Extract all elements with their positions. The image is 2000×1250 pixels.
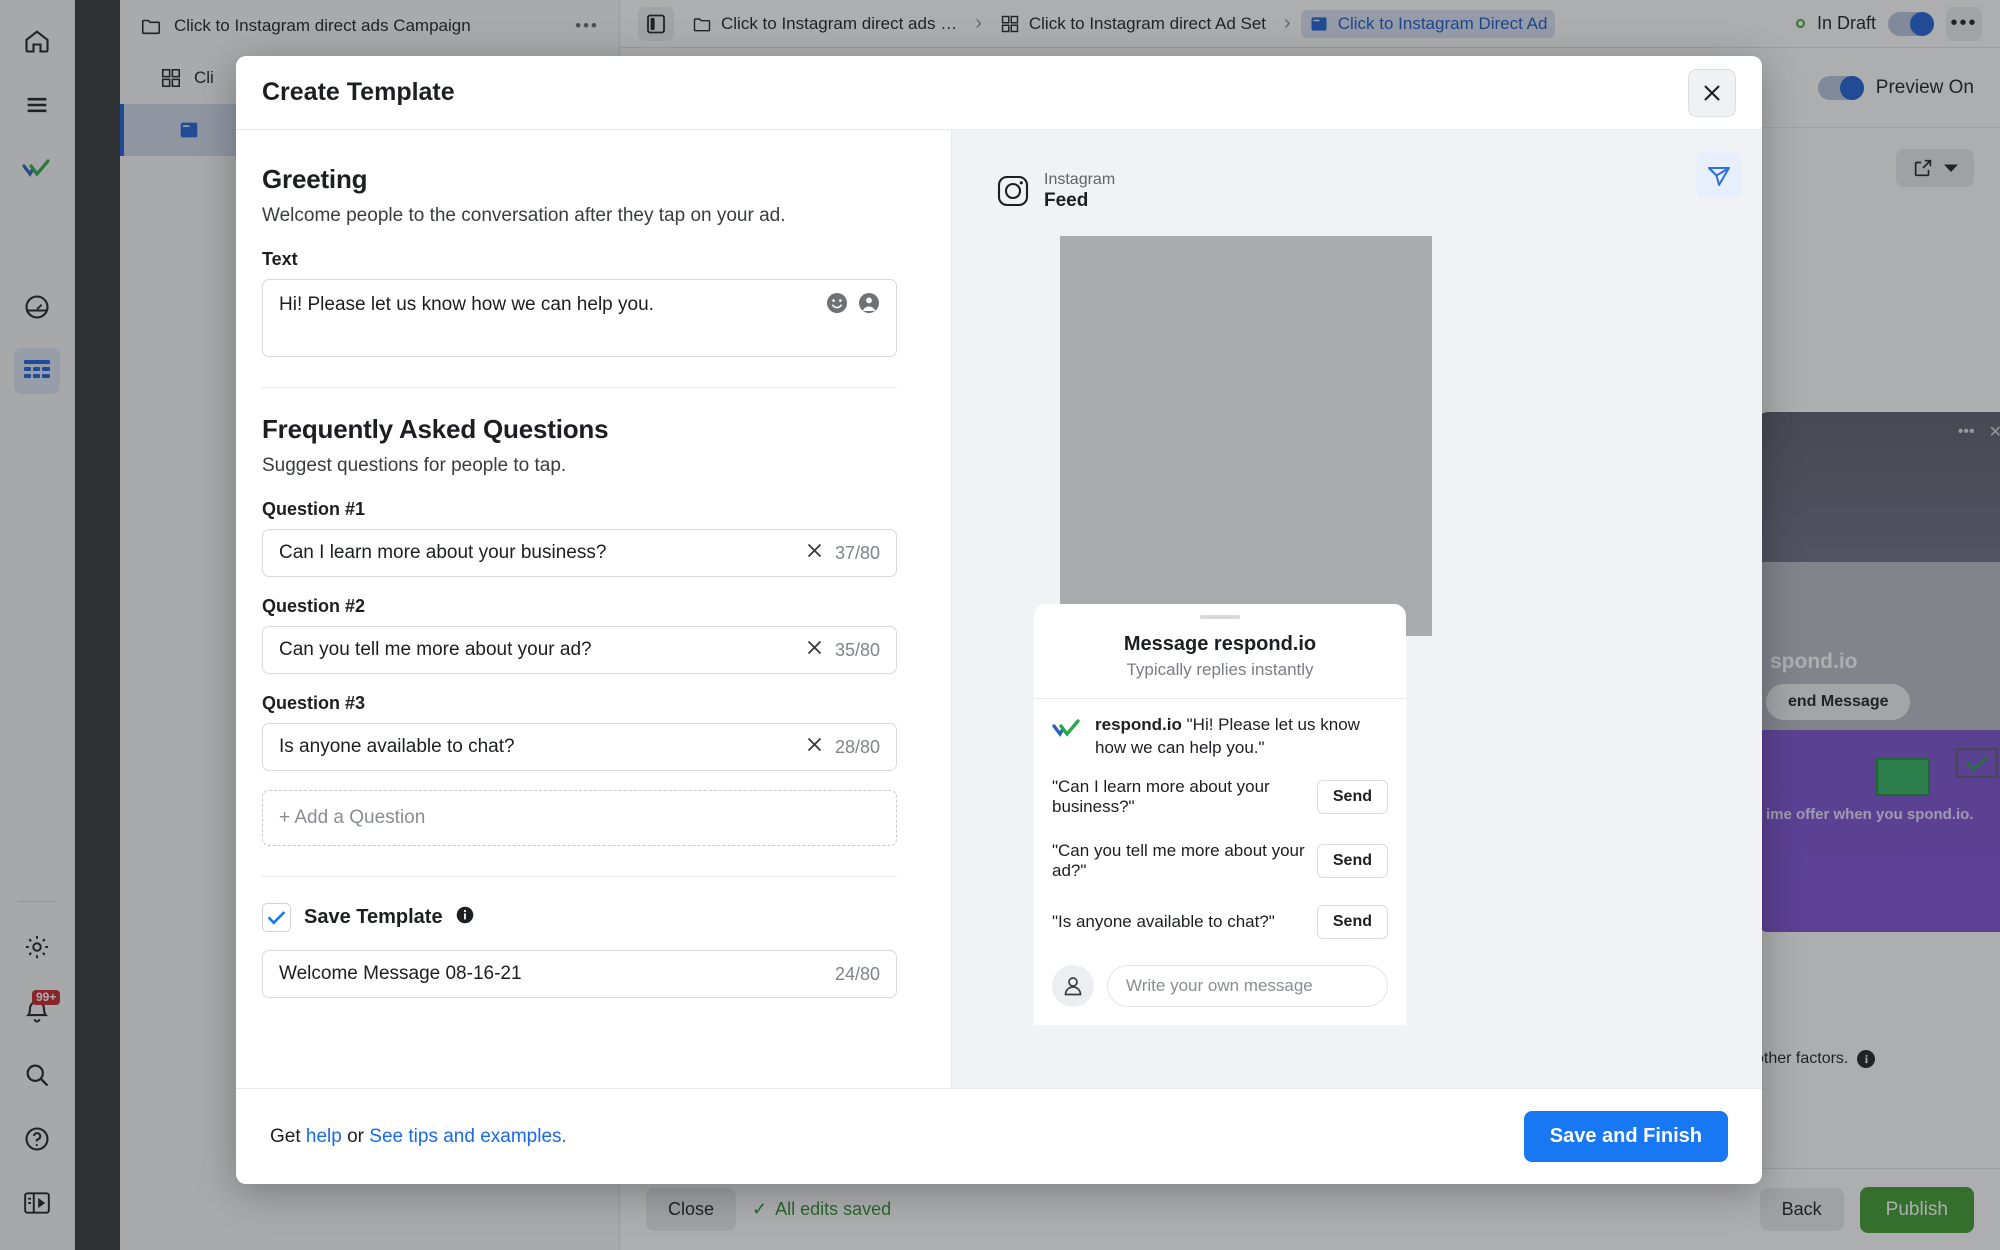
preview-compose-input[interactable]: Write your own message [1107, 965, 1388, 1007]
add-question-button[interactable]: + Add a Question [262, 790, 897, 846]
question-3-input[interactable]: Is anyone available to chat? 28/80 [262, 723, 897, 771]
tips-link[interactable]: See tips and examples. [369, 1126, 567, 1147]
personalize-icon[interactable] [858, 292, 880, 314]
question-3-value: Is anyone available to chat? [279, 736, 515, 757]
section-divider [262, 387, 897, 388]
question-1-label: Question #1 [262, 499, 366, 519]
question-group: Question #2 Can you tell me more about y… [262, 596, 897, 674]
greeting-text-value: Hi! Please let us know how we can help y… [279, 294, 654, 315]
dialog-header: Create Template [236, 56, 1762, 130]
faq-subtext: Suggest questions for people to tap. [262, 455, 567, 476]
template-form: Greeting Welcome people to the conversat… [236, 130, 952, 1088]
save-template-label: Save Template [304, 906, 443, 928]
avatar [1052, 965, 1094, 1007]
preview-faq-row: "Can I learn more about your business?" … [1034, 765, 1406, 829]
preview-compose-row: Write your own message [1034, 951, 1406, 1025]
greeting-input-icons [826, 292, 880, 314]
clear-icon[interactable] [806, 639, 823, 662]
send-icon[interactable] [1696, 152, 1742, 198]
question-2-label: Question #2 [262, 596, 366, 616]
preview-greeting-sender: respond.io [1095, 715, 1182, 734]
preview-placement-name: Feed [1044, 190, 1089, 211]
question-2-value: Can you tell me more about your ad? [279, 639, 592, 660]
clear-icon[interactable] [806, 736, 823, 759]
sheet-title: Message respond.io [1123, 633, 1317, 655]
template-preview-panel: Instagram Feed Message respond.io Typica… [952, 130, 1762, 1088]
preview-greeting-row: respond.io "Hi! Please let us know how w… [1034, 699, 1406, 765]
footer-or-label: or [347, 1125, 365, 1147]
dialog-title: Create Template [262, 78, 455, 106]
preview-platform-header: Instagram Feed [978, 152, 1478, 212]
instagram-icon [997, 175, 1029, 207]
preview-faq-row: "Is anyone available to chat?" Send [1034, 893, 1406, 951]
template-name-counter: 24/80 [834, 963, 880, 984]
sheet-subtitle: Typically replies instantly [1126, 660, 1314, 679]
greeting-text-label: Text [262, 249, 298, 269]
save-template-checkbox[interactable] [262, 903, 291, 932]
question-group: Question #1 Can I learn more about your … [262, 499, 897, 577]
greeting-subtext: Welcome people to the conversation after… [262, 205, 786, 226]
greeting-heading: Greeting [262, 164, 368, 194]
preview-faq-1-text: "Can I learn more about your business?" [1052, 777, 1270, 816]
sheet-grabber[interactable] [1200, 615, 1240, 619]
preview-send-1-button[interactable]: Send [1316, 780, 1388, 814]
footer-help-text: Get help or See tips and examples. [270, 1126, 567, 1148]
instagram-preview: Instagram Feed Message respond.io Typica… [978, 152, 1478, 1088]
clear-icon[interactable] [806, 542, 823, 565]
question-3-counter: 28/80 [834, 736, 880, 757]
question-2-input[interactable]: Can you tell me more about your ad? 35/8… [262, 626, 897, 674]
info-icon[interactable] [456, 906, 474, 929]
dialog-footer: Get help or See tips and examples. Save … [236, 1088, 1762, 1184]
greeting-text-input[interactable]: Hi! Please let us know how we can help y… [262, 279, 897, 357]
footer-get-label: Get [270, 1125, 301, 1147]
create-template-dialog: Create Template Greeting Welcome people … [236, 56, 1762, 1184]
template-name-value: Welcome Message 08-16-21 [279, 963, 522, 984]
question-1-input[interactable]: Can I learn more about your business? 37… [262, 529, 897, 577]
close-icon[interactable] [1688, 68, 1736, 117]
question-1-value: Can I learn more about your business? [279, 542, 607, 563]
preview-faq-row: "Can you tell me more about your ad?" Se… [1034, 829, 1406, 893]
preview-send-3-button[interactable]: Send [1316, 905, 1388, 939]
question-1-counter: 37/80 [834, 542, 880, 563]
section-divider-2 [262, 876, 897, 877]
template-name-input[interactable]: Welcome Message 08-16-21 24/80 [262, 950, 897, 998]
preview-greeting-text: respond.io "Hi! Please let us know how w… [1095, 713, 1388, 759]
preview-message-sheet: Message respond.io Typically replies ins… [1034, 604, 1406, 1025]
preview-send-2-button[interactable]: Send [1316, 844, 1388, 878]
preview-media-placeholder [1060, 236, 1432, 636]
question-2-counter: 35/80 [834, 639, 880, 660]
faq-heading: Frequently Asked Questions [262, 414, 609, 444]
preview-faq-3-text: "Is anyone available to chat?" [1052, 912, 1275, 931]
save-and-finish-button[interactable]: Save and Finish [1523, 1111, 1728, 1162]
question-group: Question #3 Is anyone available to chat?… [262, 693, 897, 771]
preview-faq-2-text: "Can you tell me more about your ad?" [1052, 841, 1305, 880]
preview-platform-name: Instagram [1044, 171, 1116, 188]
dialog-body: Greeting Welcome people to the conversat… [236, 130, 1762, 1088]
help-link[interactable]: help [306, 1126, 342, 1147]
respondio-logo-icon [1052, 719, 1080, 738]
question-3-label: Question #3 [262, 693, 366, 713]
save-template-row: Save Template [262, 903, 897, 932]
emoji-icon[interactable] [826, 292, 848, 314]
